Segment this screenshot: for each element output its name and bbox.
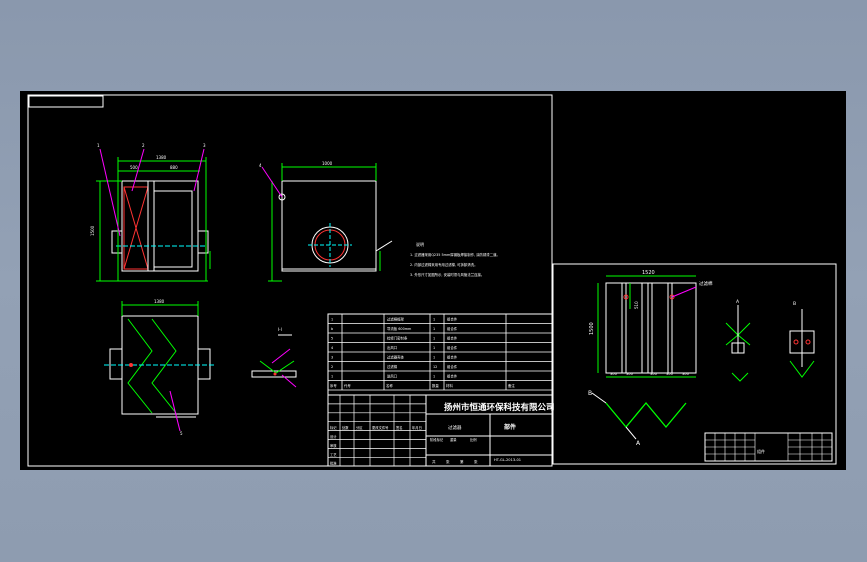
titleblock-header-cell: 年月日 [412,425,422,430]
svg-text:A: A [636,440,641,447]
titleblock-header-cell: 签名 [396,425,403,430]
svg-text:A: A [736,299,740,305]
parts-row-name: 过滤棉 [387,364,398,369]
callout-label: 2 [142,143,145,148]
dim-text: 510 [634,301,639,309]
parts-header-cell: 代号 [344,383,351,388]
parts-row-name: 检修门密封条 [387,336,408,341]
dim-text: 1520 [642,270,655,276]
top-view[interactable]: 1380 5 [104,299,216,436]
parts-header-cell: 数量 [432,383,439,388]
parts-row-qty: 1 [433,346,435,350]
titleblock-role-label: 批准 [330,461,337,466]
callout-label: 3 [203,143,206,148]
parts-header-cell: 材料 [446,383,453,388]
parts-header-cell: 名称 [386,383,393,388]
svg-text:组件: 组件 [757,448,765,454]
parts-header-cell: 序号 [330,383,337,388]
titleblock-header-cell: 标记 [330,425,337,430]
parts-row-name: 过滤棉框架 [387,317,405,322]
section-view[interactable]: I-I [251,327,297,388]
parts-label: 部件 [504,423,516,431]
parts-row-no: 3 [331,356,333,360]
parts-row-material: 组合件 [447,355,458,360]
drawing-name: 过滤器 [448,424,462,431]
parts-row-qty: 1 [433,356,435,360]
parts-row-qty: 1 [433,337,435,341]
svg-text:3. 外形尺寸如图所示, 安装时须与风管法兰连接。: 3. 外形尺寸如图所示, 安装时须与风管法兰连接。 [410,272,484,277]
svg-text:张: 张 [474,459,478,464]
svg-text:2. 内部过滤棉采用专用过滤棉, 可拆卸清洗。: 2. 内部过滤棉采用专用过滤棉, 可拆卸清洗。 [410,262,478,267]
parts-list-table[interactable]: 1 过滤棉框架 1 组合件 b 导流板 600mm 1 组合件 5 检修门密封条 1 组合件 4 出风口 1… [327,313,553,396]
titleblock-header-cell: 处数 [342,425,349,430]
titleblock-stage-label: 比例 [470,437,477,442]
titleblock-role-label: 设计 [330,434,337,439]
parts-row-material: 组合件 [447,336,458,341]
svg-text:300: 300 [650,372,658,376]
dim-text: 1500 [90,225,95,236]
cad-drawing-canvas[interactable]: 1380 500 880 1500 1 2 3 1000 4 说明 1. 过滤器… [20,91,846,470]
parts-row-name: 进风口 [387,374,397,379]
parts-row-material: 组合件 [447,345,458,350]
parts-row-no: 1 [331,375,333,379]
parts-row-no: 4 [331,346,333,350]
svg-text:第: 第 [460,459,464,464]
callout-label: 5 [180,431,183,436]
svg-text:B: B [588,390,592,397]
dim-text: 1000 [322,161,333,166]
titleblock-header-cell: 更改文件号 [372,425,389,430]
callout-label: 4 [259,163,262,168]
dim-text: 1380 [156,155,167,160]
callout-label: 1 [97,143,100,148]
technical-notes: 说明 1. 过滤器采用Q235 5mm厚钢板焊接制作, 涂防锈漆二道。 2. 内… [410,241,500,277]
cad-drawing: 1380 500 880 1500 1 2 3 1000 4 说明 1. 过滤器… [27,94,837,467]
svg-text:300: 300 [682,372,690,376]
svg-text:I-I: I-I [278,327,282,332]
parts-row-name: 导流板 600mm [387,326,412,331]
parts-row-qty: 12 [433,365,437,369]
svg-text:说明: 说明 [416,241,424,247]
side-view[interactable]: 1000 4 [259,161,393,282]
parts-header-cell: 备注 [508,383,515,388]
parts-row-name: 出风口 [387,345,397,350]
svg-text:过滤棉: 过滤棉 [699,280,713,287]
titleblock-role-label: 工艺 [330,452,337,457]
parts-row-qty: 1 [433,318,435,322]
company-name: 扬州市恒通环保科技有限公司 [444,402,555,413]
svg-text:300: 300 [666,372,674,376]
parts-row-qty: 1 [433,375,435,379]
detail-sheet-border [552,263,837,465]
titleblock-stage-label: 阶段标记 [430,437,444,442]
parts-row-material: 组合件 [447,364,458,369]
titleblock-header-cell: 分区 [356,425,363,430]
parts-row-no: b [331,327,333,331]
front-view[interactable]: 1380 500 880 1500 1 2 3 [90,143,211,282]
drawing-code: HT-GL-2013-01 [494,458,521,462]
titleblock-role-label: 审核 [330,443,337,448]
parts-row-material: 组合件 [447,317,458,322]
svg-text:B: B [793,301,796,307]
filter-detail-view[interactable]: 1520 1500 510 300 300 300 300 300 过滤棉 B … [588,270,833,462]
svg-text:300: 300 [626,372,634,376]
dim-text: 880 [170,165,178,170]
sheet-tag-box [28,95,104,108]
dim-text: 500 [130,165,138,170]
parts-row-no: 5 [331,337,333,341]
svg-text:1. 过滤器采用Q235 5mm厚钢板焊接制作, 涂防锈漆: 1. 过滤器采用Q235 5mm厚钢板焊接制作, 涂防锈漆二道。 [410,252,500,257]
parts-row-material: 组合件 [447,374,458,379]
parts-row-no: 2 [331,365,333,369]
title-block[interactable]: 标记 处数 分区 更改文件号 签名 年月日设计审核工艺批准 阶段标记 重量 比例 扬州市恒通环保… [327,394,555,467]
dim-text: 1380 [154,299,165,304]
svg-text:共: 共 [432,459,436,464]
parts-row-material: 组合件 [447,326,458,331]
dim-text: 1500 [589,322,595,335]
parts-row-no: 1 [331,318,333,322]
parts-row-name: 过滤器壳体 [387,355,405,360]
svg-text:300: 300 [610,372,618,376]
svg-text:张: 张 [446,459,450,464]
titleblock-stage-label: 重量 [450,437,457,442]
parts-row-qty: 1 [433,327,435,331]
